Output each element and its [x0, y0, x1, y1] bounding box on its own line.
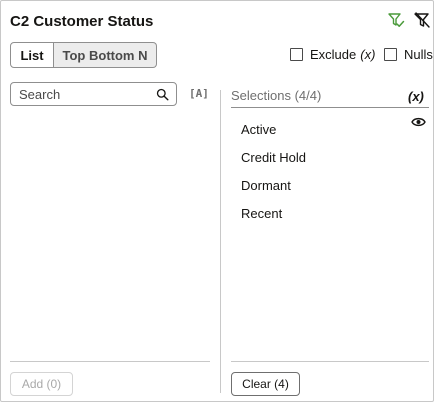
nulls-label: Nulls [404, 47, 433, 62]
exclude-label: Exclude [310, 47, 357, 62]
add-button[interactable]: Add (0) [10, 372, 73, 396]
selections-list: Active Credit Hold Dormant Recent [241, 115, 306, 227]
column-divider [220, 90, 221, 393]
case-toggle-icon[interactable]: [A] [189, 87, 209, 100]
clear-filter-icon[interactable] [413, 11, 431, 29]
clear-button[interactable]: Clear (4) [231, 372, 300, 396]
tab-top-bottom-n[interactable]: Top Bottom N [54, 42, 157, 68]
exclude-checkbox[interactable]: Exclude (x) [290, 47, 375, 62]
search-icon[interactable] [156, 88, 169, 101]
nulls-checkbox[interactable]: Nulls [384, 47, 433, 62]
list-item[interactable]: Credit Hold [241, 143, 306, 171]
panel-title: C2 Customer Status [10, 13, 154, 30]
mode-toggle: List Top Bottom N [10, 42, 157, 68]
exclude-expression-label: (x) [360, 47, 376, 62]
search-field[interactable] [10, 82, 177, 106]
list-item[interactable]: Dormant [241, 171, 306, 199]
selections-header: Selections (4/4) [231, 88, 322, 103]
filter-panel: C2 Customer Status List Top Bottom N Exc… [0, 0, 434, 402]
search-input[interactable] [19, 86, 149, 102]
list-item[interactable]: Recent [241, 199, 306, 227]
selections-header-divider [231, 107, 429, 108]
eye-icon[interactable] [411, 116, 426, 128]
left-footer-divider [10, 361, 210, 362]
exclude-checkbox-box[interactable] [290, 48, 303, 61]
right-footer-divider [231, 361, 429, 362]
expression-toggle[interactable]: (x) [408, 89, 424, 104]
filter-apply-icon[interactable] [387, 11, 405, 29]
list-item[interactable]: Active [241, 115, 306, 143]
tab-list[interactable]: List [10, 42, 54, 68]
nulls-checkbox-box[interactable] [384, 48, 397, 61]
